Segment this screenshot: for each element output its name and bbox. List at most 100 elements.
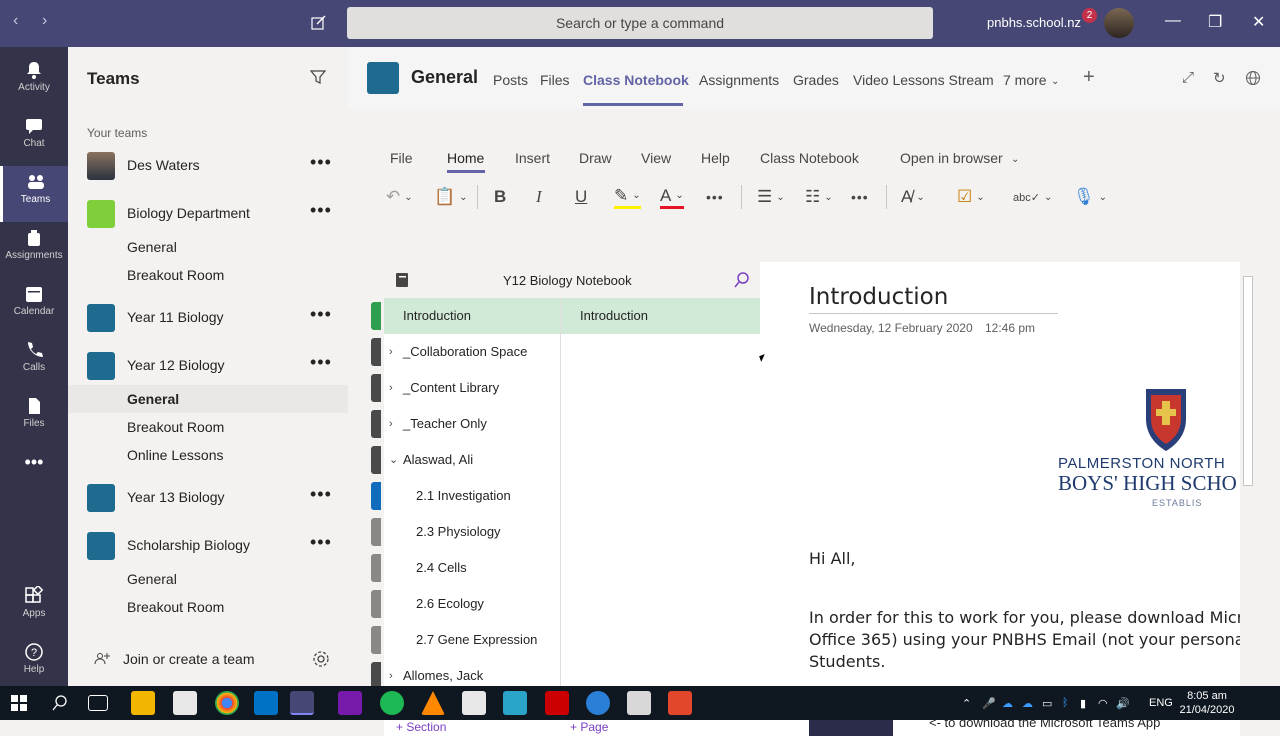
add-page-button[interactable]: + Page bbox=[570, 720, 608, 734]
more-options-icon[interactable]: ••• bbox=[310, 532, 332, 553]
scroll-thumb[interactable] bbox=[1243, 276, 1253, 486]
page-title[interactable]: Introduction bbox=[809, 284, 948, 310]
page-canvas[interactable]: Introduction Wednesday, 12 February 2020… bbox=[760, 262, 1240, 736]
page-item[interactable]: Introduction bbox=[561, 298, 761, 334]
onenote-icon[interactable] bbox=[338, 691, 362, 715]
join-or-create-team[interactable]: Join or create a team bbox=[68, 644, 348, 674]
team-year-11-biology[interactable]: Year 11 Biology ••• bbox=[68, 298, 348, 338]
file-explorer-icon[interactable] bbox=[131, 691, 155, 715]
more-formatting-icon[interactable]: ••• bbox=[706, 185, 724, 209]
user-avatar[interactable] bbox=[1104, 8, 1134, 38]
team-scholarship-biology[interactable]: Scholarship Biology ••• bbox=[68, 526, 348, 566]
notebook-name[interactable]: Y12 Biology Notebook bbox=[503, 273, 632, 288]
rail-calls[interactable]: Calls bbox=[0, 334, 68, 390]
volume-icon[interactable]: 🔊 bbox=[1116, 697, 1130, 710]
chevron-down-icon[interactable]: ⌄ bbox=[389, 442, 398, 478]
tray-chevron-icon[interactable]: ⌃ bbox=[962, 697, 971, 710]
chevron-down-icon[interactable]: ⌄ bbox=[1011, 154, 1019, 165]
section-item[interactable]: › _Teacher Only bbox=[371, 406, 560, 442]
rail-teams[interactable]: Teams bbox=[0, 166, 68, 222]
search-box[interactable]: Search or type a command bbox=[347, 7, 933, 39]
globe-icon[interactable] bbox=[1245, 70, 1261, 86]
team-year-13-biology[interactable]: Year 13 Biology ••• bbox=[68, 478, 348, 518]
spelling-icon[interactable]: abc✓ ⌄ bbox=[1013, 185, 1052, 209]
ribbon-tab-view[interactable]: View bbox=[641, 150, 671, 166]
book-app-icon[interactable] bbox=[627, 691, 651, 715]
more-options-icon[interactable]: ••• bbox=[310, 484, 332, 505]
more-paragraph-icon[interactable]: ••• bbox=[851, 185, 869, 209]
compose-icon[interactable] bbox=[311, 15, 327, 31]
tab-posts[interactable]: Posts bbox=[493, 72, 528, 88]
section-item[interactable]: 2.6 Ecology bbox=[371, 586, 560, 622]
rail-files[interactable]: Files bbox=[0, 390, 68, 446]
section-item[interactable]: 2.3 Physiology bbox=[371, 514, 560, 550]
more-options-icon[interactable]: ••• bbox=[310, 304, 332, 325]
close-icon[interactable]: ✕ bbox=[1252, 12, 1265, 32]
task-view-icon[interactable] bbox=[88, 695, 108, 711]
settings-gear-icon[interactable] bbox=[312, 650, 330, 668]
more-options-icon[interactable]: ••• bbox=[310, 352, 332, 373]
ribbon-tab-draw[interactable]: Draw bbox=[579, 150, 612, 166]
input-language[interactable]: ENG bbox=[1149, 697, 1173, 709]
bluetooth-icon[interactable]: ᛒ bbox=[1062, 697, 1069, 709]
underline-icon[interactable]: U bbox=[575, 185, 587, 209]
bold-icon[interactable]: B bbox=[494, 185, 506, 209]
app-icon[interactable] bbox=[503, 691, 527, 715]
paste-icon[interactable]: 📋 ⌄ bbox=[434, 185, 468, 209]
more-apps-icon[interactable]: ••• bbox=[0, 452, 68, 508]
channel-general[interactable]: General bbox=[68, 233, 348, 261]
section-item[interactable]: Introduction bbox=[371, 298, 560, 334]
section-item[interactable]: 2.7 Gene Expression bbox=[371, 622, 560, 658]
cloud-icon[interactable]: ☁ bbox=[1022, 697, 1033, 710]
more-options-icon[interactable]: ••• bbox=[310, 200, 332, 221]
font-color-icon[interactable]: A ⌄ bbox=[660, 185, 684, 209]
add-tab-icon[interactable]: + bbox=[1083, 66, 1099, 88]
vlc-icon[interactable] bbox=[421, 691, 445, 715]
tab-grades[interactable]: Grades bbox=[793, 72, 839, 88]
browser-icon[interactable] bbox=[586, 691, 610, 715]
section-item[interactable]: 2.4 Cells bbox=[371, 550, 560, 586]
wifi-icon[interactable]: ◠ bbox=[1098, 697, 1108, 710]
dictate-icon[interactable]: 🎙 ⌄ bbox=[1073, 185, 1107, 209]
back-arrow-icon[interactable]: ‹ bbox=[13, 12, 18, 30]
tab-class-notebook[interactable]: Class Notebook bbox=[583, 72, 689, 88]
chevron-right-icon[interactable]: › bbox=[389, 406, 393, 442]
channel-breakout-room[interactable]: Breakout Room bbox=[68, 413, 348, 441]
notebook-icon[interactable] bbox=[394, 272, 410, 288]
add-section-button[interactable]: + Section bbox=[396, 720, 446, 734]
outlook-icon[interactable] bbox=[254, 691, 278, 715]
channel-general[interactable]: General bbox=[68, 565, 348, 593]
highlight-icon[interactable]: ✎ ⌄ bbox=[614, 185, 641, 209]
tab-files[interactable]: Files bbox=[540, 72, 570, 88]
tab-assignments[interactable]: Assignments bbox=[699, 72, 779, 88]
channel-general[interactable]: General bbox=[68, 385, 348, 413]
numbering-icon[interactable]: ☷ ⌄ bbox=[805, 185, 833, 209]
battery-icon[interactable]: ▮ bbox=[1080, 697, 1086, 710]
onedrive-icon[interactable]: ☁ bbox=[1002, 697, 1013, 710]
restore-icon[interactable]: ❐ bbox=[1208, 12, 1222, 32]
network-icon[interactable]: ▭ bbox=[1042, 697, 1052, 710]
rail-calendar[interactable]: Calendar bbox=[0, 278, 68, 334]
bullets-icon[interactable]: ☰ ⌄ bbox=[757, 185, 785, 209]
chevron-right-icon[interactable]: › bbox=[389, 334, 393, 370]
channel-breakout-room[interactable]: Breakout Room bbox=[68, 261, 348, 289]
section-item[interactable]: › _Content Library bbox=[371, 370, 560, 406]
forward-arrow-icon[interactable]: › bbox=[42, 12, 47, 30]
vertical-scrollbar[interactable] bbox=[1240, 262, 1256, 736]
tag-icon[interactable]: ☑ ⌄ bbox=[957, 185, 985, 209]
ribbon-tab-help[interactable]: Help bbox=[701, 150, 730, 166]
search-icon[interactable] bbox=[52, 695, 68, 711]
team-year-12-biology[interactable]: Year 12 Biology ••• bbox=[68, 346, 348, 386]
section-item[interactable]: ⌄ Alaswad, Ali bbox=[371, 442, 560, 478]
team-des-waters[interactable]: Des Waters ••• bbox=[68, 146, 348, 186]
ribbon-tab-home[interactable]: Home bbox=[447, 150, 484, 166]
document-app-icon[interactable] bbox=[173, 691, 197, 715]
team-biology-department[interactable]: Biology Department ••• bbox=[68, 194, 348, 234]
acrobat-icon[interactable] bbox=[545, 691, 569, 715]
ribbon-tab-class-notebook[interactable]: Class Notebook bbox=[760, 150, 859, 166]
section-item[interactable]: › _Collaboration Space bbox=[371, 334, 560, 370]
section-item[interactable]: 2.1 Investigation bbox=[371, 478, 560, 514]
chevron-right-icon[interactable]: › bbox=[389, 370, 393, 406]
chevron-down-icon[interactable]: ⌄ bbox=[1051, 76, 1059, 87]
screencast-app-icon[interactable] bbox=[668, 691, 692, 715]
